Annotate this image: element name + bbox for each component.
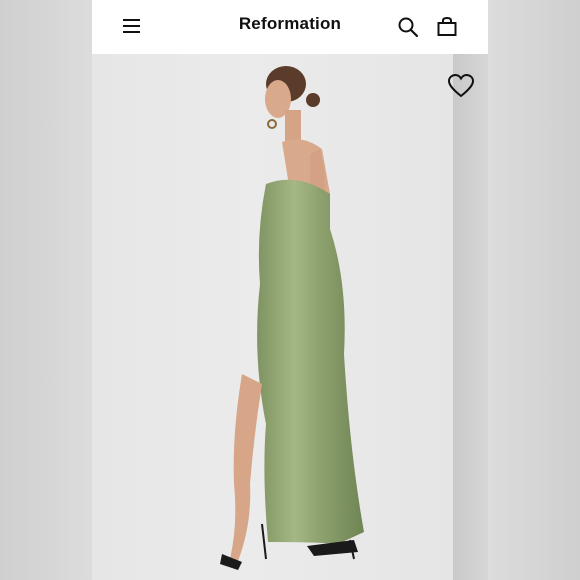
app-screen: Reformation (92, 0, 488, 580)
model-in-green-satin-dress (220, 66, 364, 570)
top-navigation-bar: Reformation (92, 0, 488, 54)
heart-icon[interactable] (447, 73, 475, 99)
shopping-bag-icon[interactable] (435, 15, 459, 39)
outer-background-right (488, 0, 580, 580)
search-icon[interactable] (396, 15, 420, 39)
brand-logo[interactable]: Reformation (92, 14, 488, 34)
outer-background-left (0, 0, 92, 580)
